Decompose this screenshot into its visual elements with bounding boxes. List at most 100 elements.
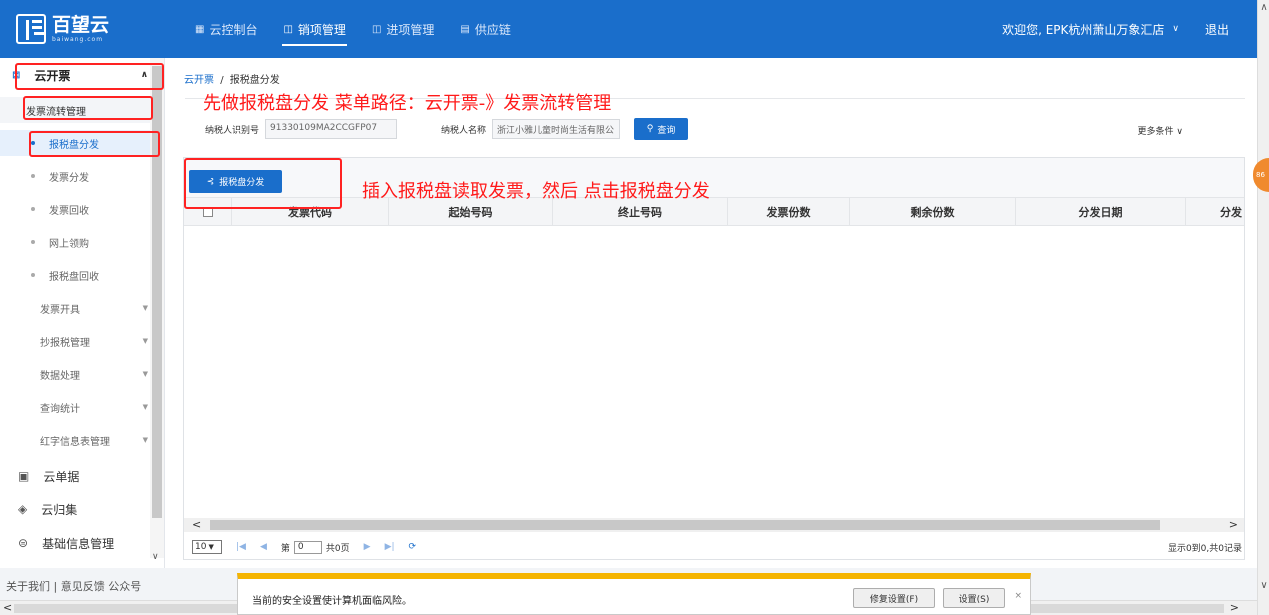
scroll-left-arrow-icon[interactable]: < [3,601,12,614]
info-icon: ⊜ [18,536,29,550]
taxpayer-id-field[interactable]: 91330109MA2CCGFP07 [265,119,398,139]
nav-label: 供应链 [474,22,511,37]
highlight-box-distribute-button [184,158,342,209]
user-welcome-menu[interactable]: 欢迎您, EPK杭州萧山万象汇店 [1002,21,1164,38]
bullet-icon [31,207,35,211]
page-size-value: 10 [195,542,207,552]
logo-name: 百望云 [52,13,110,36]
annotation-menu-path: 先做报税盘分发 菜单路径：云开票-》发票流转管理 [203,93,612,114]
console-icon: ▦ [195,23,205,35]
nav-label: 进项管理 [386,22,435,37]
chevron-down-icon[interactable]: ∨ [152,552,159,562]
scroll-down-arrow-icon[interactable]: ∨ [1258,580,1269,591]
sidebar-label: 发票开具 [40,304,80,316]
sidebar-item-data-processing[interactable]: 数据处理 ▼ [0,361,150,387]
last-page-icon[interactable]: ▶| [385,542,395,552]
sidebar-item-red-info[interactable]: 红字信息表管理 ▼ [0,427,150,453]
caret-down-icon: ▼ [142,436,148,444]
settings-button[interactable]: 设置(S) [943,588,1005,608]
taxpayer-name-field[interactable]: 浙江小雅儿童时尚生活有限公 [492,119,621,139]
record-info: 显示0到0,共0记录 [1167,544,1242,554]
collect-icon: ◈ [18,502,28,516]
breadcrumb-home[interactable]: 云开票 [184,75,214,86]
highlight-box-invoice-flow [23,96,153,120]
data-grid: ⊰ 报税盘分发 发票代码 起始号码 终止号码 发票份数 剩余份数 分发日期 分发… [183,157,1245,560]
first-page-icon[interactable]: |◀ [236,542,246,552]
caret-down-icon: ▼ [142,304,148,312]
nav-label: 销项管理 [297,22,346,37]
chevron-down-icon[interactable]: ∨ [1172,24,1179,34]
main-nav: ▦ 云控制台 ◫ 销项管理 ◫ 进项管理 ▤ 供应链 [182,0,524,58]
sidebar-item-tax-copy[interactable]: 抄报税管理 ▼ [0,328,150,354]
refresh-icon[interactable]: ⟳ [409,542,417,552]
query-button[interactable]: ⚲ 查询 [634,118,689,140]
sidebar-label: 基础信息管理 [42,536,115,551]
close-icon[interactable]: × [1014,591,1022,601]
grid-horizontal-scrollbar[interactable]: < > [184,518,1244,532]
sidebar-item-cloud-document[interactable]: ▣ 云单据 [0,461,150,491]
caret-down-icon: ▼ [142,337,148,345]
filter-bar: 纳税人识别号 91330109MA2CCGFP07 纳税人名称 浙江小雅儿童时尚… [205,118,689,140]
sidebar-label: 网上领购 [49,238,89,250]
sidebar-item-invoice-distribute[interactable]: 发票分发 [0,163,150,189]
table-header: 发票代码 起始号码 终止号码 发票份数 剩余份数 分发日期 分发 [184,198,1244,226]
input-icon: ◫ [371,23,382,35]
document-icon: ▣ [18,469,30,483]
search-icon: ⚲ [646,124,654,134]
scroll-left-arrow-icon[interactable]: < [192,518,201,531]
security-notification-bar: 当前的安全设置使计算机面临风险。 修复设置(F) 设置(S) × [237,573,1031,615]
nav-label: 云控制台 [209,22,258,37]
window-vertical-scrollbar[interactable]: ∧ ∨ [1257,0,1269,615]
nav-supply-chain[interactable]: ▤ 供应链 [447,0,523,58]
nav-output-management[interactable]: ◫ 销项管理 [270,0,358,58]
sidebar-label: 云单据 [43,469,80,484]
breadcrumb-separator: / [220,75,224,86]
supply-chain-icon: ▤ [460,23,470,35]
sidebar-label: 云归集 [41,502,78,517]
sidebar-item-tax-disk-recycle[interactable]: 报税盘回收 [0,262,150,288]
output-icon: ◫ [283,23,293,35]
sidebar-item-online-purchase[interactable]: 网上领购 [0,229,150,255]
fix-settings-button[interactable]: 修复设置(F) [853,588,935,608]
taxpayer-id-label: 纳税人识别号 [205,125,260,136]
footer-links[interactable]: 关于我们 | 意见反馈 公众号 [6,578,141,594]
sidebar-label: 发票回收 [49,205,89,217]
top-navigation-bar: 百望云 baiwang.com ▦ 云控制台 ◫ 销项管理 ◫ 进项管理 ▤ 供应链 欢… [0,0,1257,58]
scroll-up-arrow-icon[interactable]: ∧ [1258,2,1269,13]
column-header-remaining-count[interactable]: 剩余份数 [850,198,1016,226]
logout-link[interactable]: 退出 [1205,21,1229,38]
column-header-distribute-date[interactable]: 分发日期 [1016,198,1186,226]
grid-scroll-thumb[interactable] [210,520,1160,530]
sidebar-item-basic-info[interactable]: ⊜ 基础信息管理 [0,528,150,558]
nav-cloud-console[interactable]: ▦ 云控制台 [182,0,270,58]
page-size-select[interactable]: 10 ▼ [192,540,222,554]
highlight-box-tax-disk-distribute [29,131,160,157]
grid-toolbar: ⊰ 报税盘分发 [184,158,1244,198]
sidebar-item-invoice-issue[interactable]: 发票开具 ▼ [0,295,150,321]
caret-down-icon: ▼ [142,403,148,411]
scroll-right-arrow-icon[interactable]: > [1229,518,1238,531]
nav-input-management[interactable]: ◫ 进项管理 [359,0,447,58]
caret-down-icon: ▼ [142,370,148,378]
bullet-icon [31,174,35,178]
sidebar-label: 发票分发 [49,172,89,184]
annotation-instruction: 插入报税盘读取发票，然后 点击报税盘分发 [362,181,710,202]
bullet-icon [31,240,35,244]
page-number-input[interactable]: 0 [293,540,322,554]
prev-page-icon[interactable]: ◀ [260,542,267,552]
column-header-distribute[interactable]: 分发 [1186,198,1244,226]
sidebar-item-cloud-collect[interactable]: ◈ 云归集 [0,494,150,524]
baiwang-logo[interactable]: 百望云 baiwang.com [16,14,166,44]
more-conditions-toggle[interactable]: 更多条件 ∨ [1138,124,1183,137]
page-prefix: 第 [280,543,290,554]
breadcrumb-current: 报税盘分发 [229,75,280,86]
sidebar-item-invoice-recycle[interactable]: 发票回收 [0,196,150,222]
sidebar-item-query-stats[interactable]: 查询统计 ▼ [0,394,150,420]
scroll-right-arrow-icon[interactable]: > [1230,601,1239,614]
column-header-invoice-count[interactable]: 发票份数 [728,198,850,226]
next-page-icon[interactable]: ▶ [364,542,371,552]
sidebar-label: 红字信息表管理 [40,436,110,448]
sidebar-label: 报税盘回收 [49,271,99,283]
sidebar-label: 抄报税管理 [40,337,90,349]
taxpayer-name-label: 纳税人名称 [441,125,487,136]
